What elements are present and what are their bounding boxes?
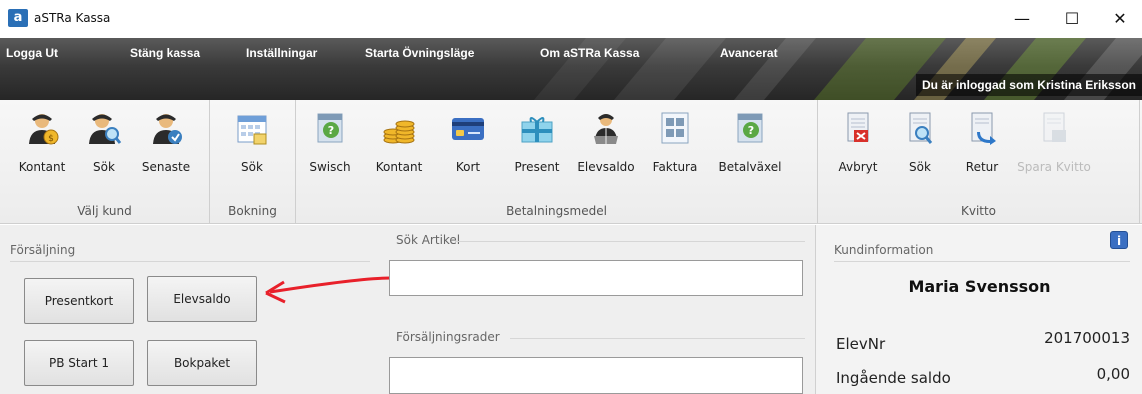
menu-practice-mode[interactable]: Starta Övningsläge bbox=[365, 46, 474, 60]
student-number-value: 201700013 bbox=[1044, 329, 1130, 347]
person-recent-icon bbox=[153, 114, 182, 144]
student-balance-icon bbox=[594, 114, 618, 144]
person-icon: $ bbox=[29, 114, 59, 145]
card-icon bbox=[452, 118, 484, 140]
swish-icon: ? bbox=[317, 113, 343, 143]
gift-card-button[interactable]: Presentkort bbox=[24, 278, 134, 324]
return-receipt-button[interactable]: Retur bbox=[952, 110, 1012, 190]
save-receipt-icon bbox=[1043, 112, 1066, 142]
window-title: aSTRa Kassa bbox=[34, 11, 111, 25]
student-number-label: ElevNr bbox=[836, 335, 886, 353]
search-receipt-icon bbox=[909, 112, 933, 144]
customer-info-panel: Kundinformation i Maria Svensson ElevNr … bbox=[815, 225, 1142, 394]
ribbon-group-receipt: Avbryt Sök Retur Spara Kvitto Kvitto bbox=[818, 100, 1140, 224]
invoice-payment-button[interactable]: Faktura bbox=[645, 110, 705, 190]
article-search-input[interactable] bbox=[389, 260, 803, 296]
opening-balance-value: 0,00 bbox=[1096, 365, 1130, 383]
opening-balance-label: Ingående saldo bbox=[836, 369, 951, 387]
search-customer-button[interactable]: Sök bbox=[74, 110, 134, 190]
cash-payment-button[interactable]: Kontant bbox=[369, 110, 429, 190]
cancel-receipt-icon bbox=[847, 112, 869, 142]
menu-logout[interactable]: Logga Ut bbox=[6, 46, 58, 60]
app-icon: a bbox=[8, 9, 28, 27]
pb-start-1-button[interactable]: PB Start 1 bbox=[24, 340, 134, 386]
main-menubar: Logga Ut Stäng kassa Inställningar Start… bbox=[0, 38, 1142, 100]
maximize-button[interactable]: ☐ bbox=[1050, 6, 1094, 32]
group-label-booking: Bokning bbox=[228, 204, 277, 218]
logged-in-label: Du är inloggad som Kristina Eriksson bbox=[915, 74, 1142, 96]
kontant-customer-button[interactable]: $ Kontant bbox=[12, 110, 72, 190]
ribbon-group-payment-methods: ? Swisch Kontant Kort Present Elevsaldo … bbox=[296, 100, 818, 224]
menu-settings[interactable]: Inställningar bbox=[246, 46, 317, 60]
gift-payment-button[interactable]: Present bbox=[507, 110, 567, 190]
group-label-payment-methods: Betalningsmedel bbox=[506, 204, 607, 218]
sale-rows-list[interactable] bbox=[389, 357, 803, 394]
svg-text:?: ? bbox=[328, 124, 334, 137]
save-receipt-button[interactable]: Spara Kvitto bbox=[1014, 110, 1094, 190]
search-booking-button[interactable]: Sök bbox=[222, 110, 282, 190]
svg-text:?: ? bbox=[748, 124, 754, 137]
menu-advanced[interactable]: Avancerat bbox=[720, 46, 778, 60]
recent-customer-button[interactable]: Senaste bbox=[136, 110, 196, 190]
book-package-button[interactable]: Bokpaket bbox=[147, 340, 257, 386]
info-icon[interactable]: i bbox=[1110, 231, 1128, 249]
close-button[interactable]: ✕ bbox=[1098, 6, 1142, 32]
payment-exchange-icon: ? bbox=[737, 113, 763, 143]
menu-close-register[interactable]: Stäng kassa bbox=[130, 46, 200, 60]
return-receipt-icon bbox=[971, 112, 996, 145]
student-balance-payment-button[interactable]: Elevsaldo bbox=[576, 110, 636, 190]
ribbon-toolbar: $ Kontant Sök Senaste Välj kund Sök Bokn… bbox=[0, 100, 1142, 224]
group-label-receipt: Kvitto bbox=[960, 204, 997, 218]
menu-about[interactable]: Om aSTRa Kassa bbox=[540, 46, 639, 60]
sale-rows-title: Försäljningsrader bbox=[396, 330, 500, 344]
customer-name: Maria Svensson bbox=[908, 277, 1051, 296]
content-area: Försäljning Presentkort Elevsaldo PB Sta… bbox=[0, 225, 1142, 394]
swish-button[interactable]: ? Swisch bbox=[300, 110, 360, 190]
search-receipt-button[interactable]: Sök bbox=[890, 110, 950, 190]
invoice-icon bbox=[661, 112, 689, 144]
group-label-select-customer: Välj kund bbox=[77, 204, 132, 218]
coins-icon bbox=[383, 120, 415, 144]
ribbon-group-select-customer: $ Kontant Sök Senaste Välj kund bbox=[0, 100, 210, 224]
person-search-icon bbox=[89, 114, 122, 144]
red-annotation-arrow bbox=[265, 276, 391, 304]
minimize-button[interactable]: — bbox=[1000, 6, 1044, 32]
window-titlebar: a aSTRa Kassa — ☐ ✕ bbox=[0, 0, 1142, 38]
svg-text:$: $ bbox=[48, 134, 54, 144]
gift-icon bbox=[521, 117, 553, 143]
calendar-icon bbox=[237, 115, 267, 145]
ribbon-group-booking: Sök Bokning bbox=[210, 100, 296, 224]
article-search-title: Sök Artikel bbox=[396, 233, 461, 247]
sales-panel-title: Försäljning bbox=[10, 243, 76, 257]
cancel-receipt-button[interactable]: Avbryt bbox=[828, 110, 888, 190]
card-payment-button[interactable]: Kort bbox=[438, 110, 498, 190]
customer-info-title: Kundinformation bbox=[834, 243, 934, 257]
payment-exchange-button[interactable]: ? Betalväxel bbox=[714, 110, 786, 190]
